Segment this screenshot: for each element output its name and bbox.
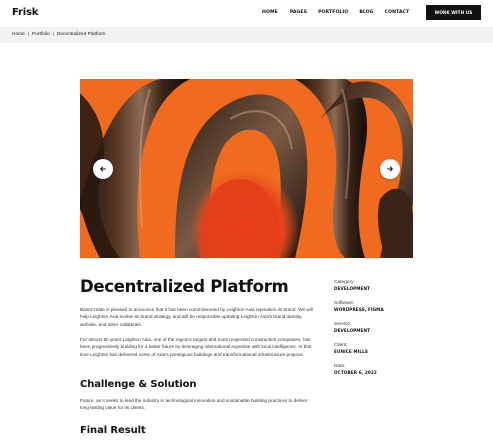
meta-value: DEVELOPMENT <box>334 328 371 333</box>
project-title: Decentralized Platform <box>80 277 289 296</box>
work-with-us-button[interactable]: WORK WITH US <box>426 5 481 20</box>
nav-home-link[interactable]: HOME <box>262 10 278 15</box>
project-hero-image <box>80 79 413 258</box>
arrow-left-icon <box>100 166 106 172</box>
nav-blog-link[interactable]: BLOG <box>359 10 373 15</box>
breadcrumb-portfolio-link[interactable]: Portfolio <box>32 32 50 37</box>
breadcrumb-separator: | <box>52 32 54 37</box>
meta-software: Software: WORDPRESS, FIGMA <box>334 301 424 313</box>
meta-client: Client: EUNICE MILLS <box>334 343 424 355</box>
meta-service: Service: DEVELOPMENT <box>334 322 424 334</box>
main-nav: HOME PAGES PORTFOLIO BLOG CONTACT <box>262 10 409 15</box>
breadcrumb-bar: Home | Portfolio | Decentralized Platfor… <box>0 27 493 43</box>
nav-contact-link[interactable]: CONTACT <box>385 10 410 15</box>
meta-value: EUNICE MILLS <box>334 349 368 354</box>
carousel-prev-button[interactable] <box>93 159 113 179</box>
project-history-text: For almost 50 years Leighton Asia, one o… <box>80 337 312 357</box>
breadcrumb: Home | Portfolio | Decentralized Platfor… <box>12 32 105 37</box>
challenge-heading: Challenge & Solution <box>80 379 197 390</box>
carousel-next-button[interactable] <box>380 159 400 179</box>
site-header: Frisk HOME PAGES PORTFOLIO BLOG CONTACT … <box>0 0 493 27</box>
nav-pages-link[interactable]: PAGES <box>290 10 307 15</box>
project-intro-text: BaseCreate is pleased to announce that i… <box>80 307 313 327</box>
breadcrumb-current: Decentralized Platform <box>56 32 106 37</box>
meta-value: DEVELOPMENT <box>334 286 371 291</box>
abstract-3d-artwork <box>80 79 413 258</box>
nav-portfolio-link[interactable]: PORTFOLIO <box>318 10 348 15</box>
breadcrumb-home-link[interactable]: Home <box>12 32 25 37</box>
meta-category: Category: DEVELOPMENT <box>334 280 424 292</box>
meta-value: WORDPRESS, FIGMA <box>334 307 384 312</box>
meta-value: OCTOBER 6, 2022 <box>334 370 377 375</box>
arrow-right-icon <box>387 166 393 172</box>
site-logo[interactable]: Frisk <box>12 7 38 18</box>
meta-date: Date: OCTOBER 6, 2022 <box>334 364 424 376</box>
challenge-text: Future, as it seeks to lead the industry… <box>80 398 308 411</box>
breadcrumb-separator: | <box>27 32 30 37</box>
final-result-heading: Final Result <box>80 425 146 436</box>
